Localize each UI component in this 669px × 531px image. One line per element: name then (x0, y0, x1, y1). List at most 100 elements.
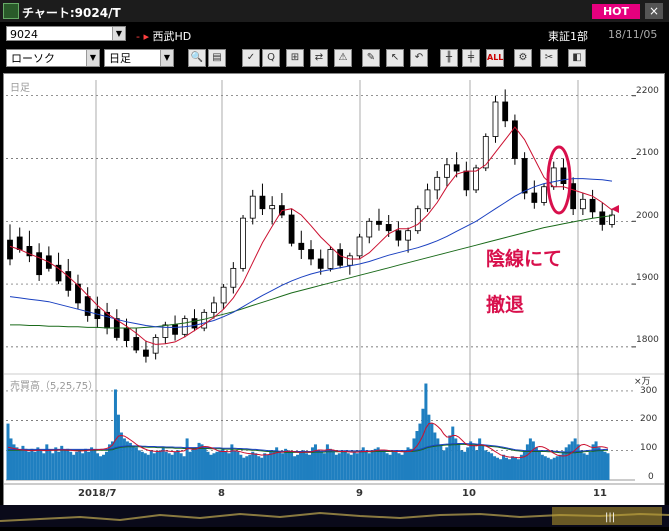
volume-bar (146, 454, 150, 480)
candle-down (259, 195, 266, 210)
volume-bar (516, 459, 520, 480)
volume-bar (30, 448, 34, 480)
candle-up (609, 214, 615, 225)
candle-up (346, 255, 353, 266)
volume-bar (510, 456, 514, 480)
volume-bar (505, 457, 509, 480)
volume-bar (313, 444, 317, 480)
candle-down (36, 252, 43, 276)
volume-bar (209, 454, 213, 480)
volume-bar (406, 447, 410, 480)
price-chart[interactable] (0, 0, 669, 527)
volume-bar (278, 451, 282, 480)
volume-bar (388, 454, 392, 480)
volume-bar (307, 454, 311, 480)
volume-bar (576, 444, 580, 480)
volume-bar (33, 451, 37, 480)
candle-down (65, 271, 72, 291)
volume-bar (105, 451, 109, 480)
volume-bar (167, 453, 171, 480)
volume-bar (233, 450, 237, 480)
volume-bar (343, 450, 347, 480)
volume-bar (445, 447, 449, 480)
candle-down (123, 327, 130, 342)
volume-bar (409, 448, 413, 480)
volume-bar (430, 423, 434, 480)
volume-bar (418, 423, 422, 480)
volume-bar (215, 451, 219, 480)
volume-bar (496, 457, 500, 480)
volume-bar (513, 457, 517, 480)
volume-bar (122, 438, 126, 480)
candle-down (570, 183, 577, 210)
volume-bar (457, 444, 461, 480)
volume-bar (185, 438, 189, 480)
volume-bar (567, 444, 571, 480)
volume-bar (451, 426, 455, 480)
volume-bar (302, 450, 306, 480)
volume-bar (442, 450, 446, 480)
volume-bar (472, 444, 476, 480)
volume-bar (188, 451, 192, 480)
volume-bar (475, 450, 479, 480)
candle-down (521, 158, 528, 194)
candle-down (317, 258, 324, 269)
candle-down (298, 242, 305, 250)
vol-tick-label: 200 (640, 414, 658, 424)
volume-bar (299, 451, 303, 480)
candle-down (143, 349, 149, 357)
volume-bar (260, 457, 264, 480)
volume-bar (394, 450, 398, 480)
candle-down (337, 249, 344, 266)
candle-up (492, 101, 499, 137)
volume-bar (164, 451, 168, 480)
y-tick-label: 1900 (636, 273, 659, 283)
volume-bar (293, 456, 297, 480)
volume-bar (18, 450, 22, 480)
volume-bar (224, 451, 228, 480)
candle-up (541, 186, 547, 203)
candle-up (405, 230, 411, 241)
candle-up (162, 324, 169, 338)
volume-bar (36, 447, 40, 480)
volume-bar (69, 451, 73, 480)
volume-bar (331, 451, 335, 480)
candle-down (560, 167, 567, 185)
volume-bar (194, 447, 198, 480)
candle-down (7, 239, 13, 260)
volume-bar (600, 450, 604, 480)
volume-ma-short (7, 422, 609, 459)
volume-bar (96, 453, 100, 480)
candle-down (376, 220, 382, 225)
volume-bar (469, 441, 473, 480)
candle-up (579, 198, 586, 210)
volume-bar (305, 453, 309, 480)
candle-down (599, 211, 606, 225)
volume-bar (149, 450, 153, 480)
candle-down (385, 224, 392, 232)
volume-bar (484, 450, 488, 480)
y-tick-label: 2000 (636, 211, 659, 221)
x-tick-label: 10 (462, 488, 476, 499)
volume-bar (155, 451, 159, 480)
volume-bar (322, 453, 326, 480)
volume-bar (433, 432, 437, 480)
volume-bar (134, 447, 138, 480)
volume-bar (254, 453, 258, 480)
volume-bar (248, 454, 252, 480)
volume-bar (540, 454, 544, 480)
volume-bar (170, 454, 174, 480)
volume-bar (546, 457, 550, 480)
candle-down (288, 214, 295, 244)
volume-bar (200, 444, 204, 480)
volume-bar (227, 453, 231, 480)
volume-bar (385, 453, 389, 480)
volume-bar (75, 451, 79, 480)
volume-bar (558, 454, 562, 480)
chart-scrollbar[interactable]: ||| (0, 505, 669, 527)
volume-bar (364, 451, 368, 480)
volume-bar (537, 451, 541, 480)
candle-down (16, 236, 23, 250)
scrollbar-minimap: ||| (0, 505, 669, 527)
volume-bar (519, 454, 523, 480)
